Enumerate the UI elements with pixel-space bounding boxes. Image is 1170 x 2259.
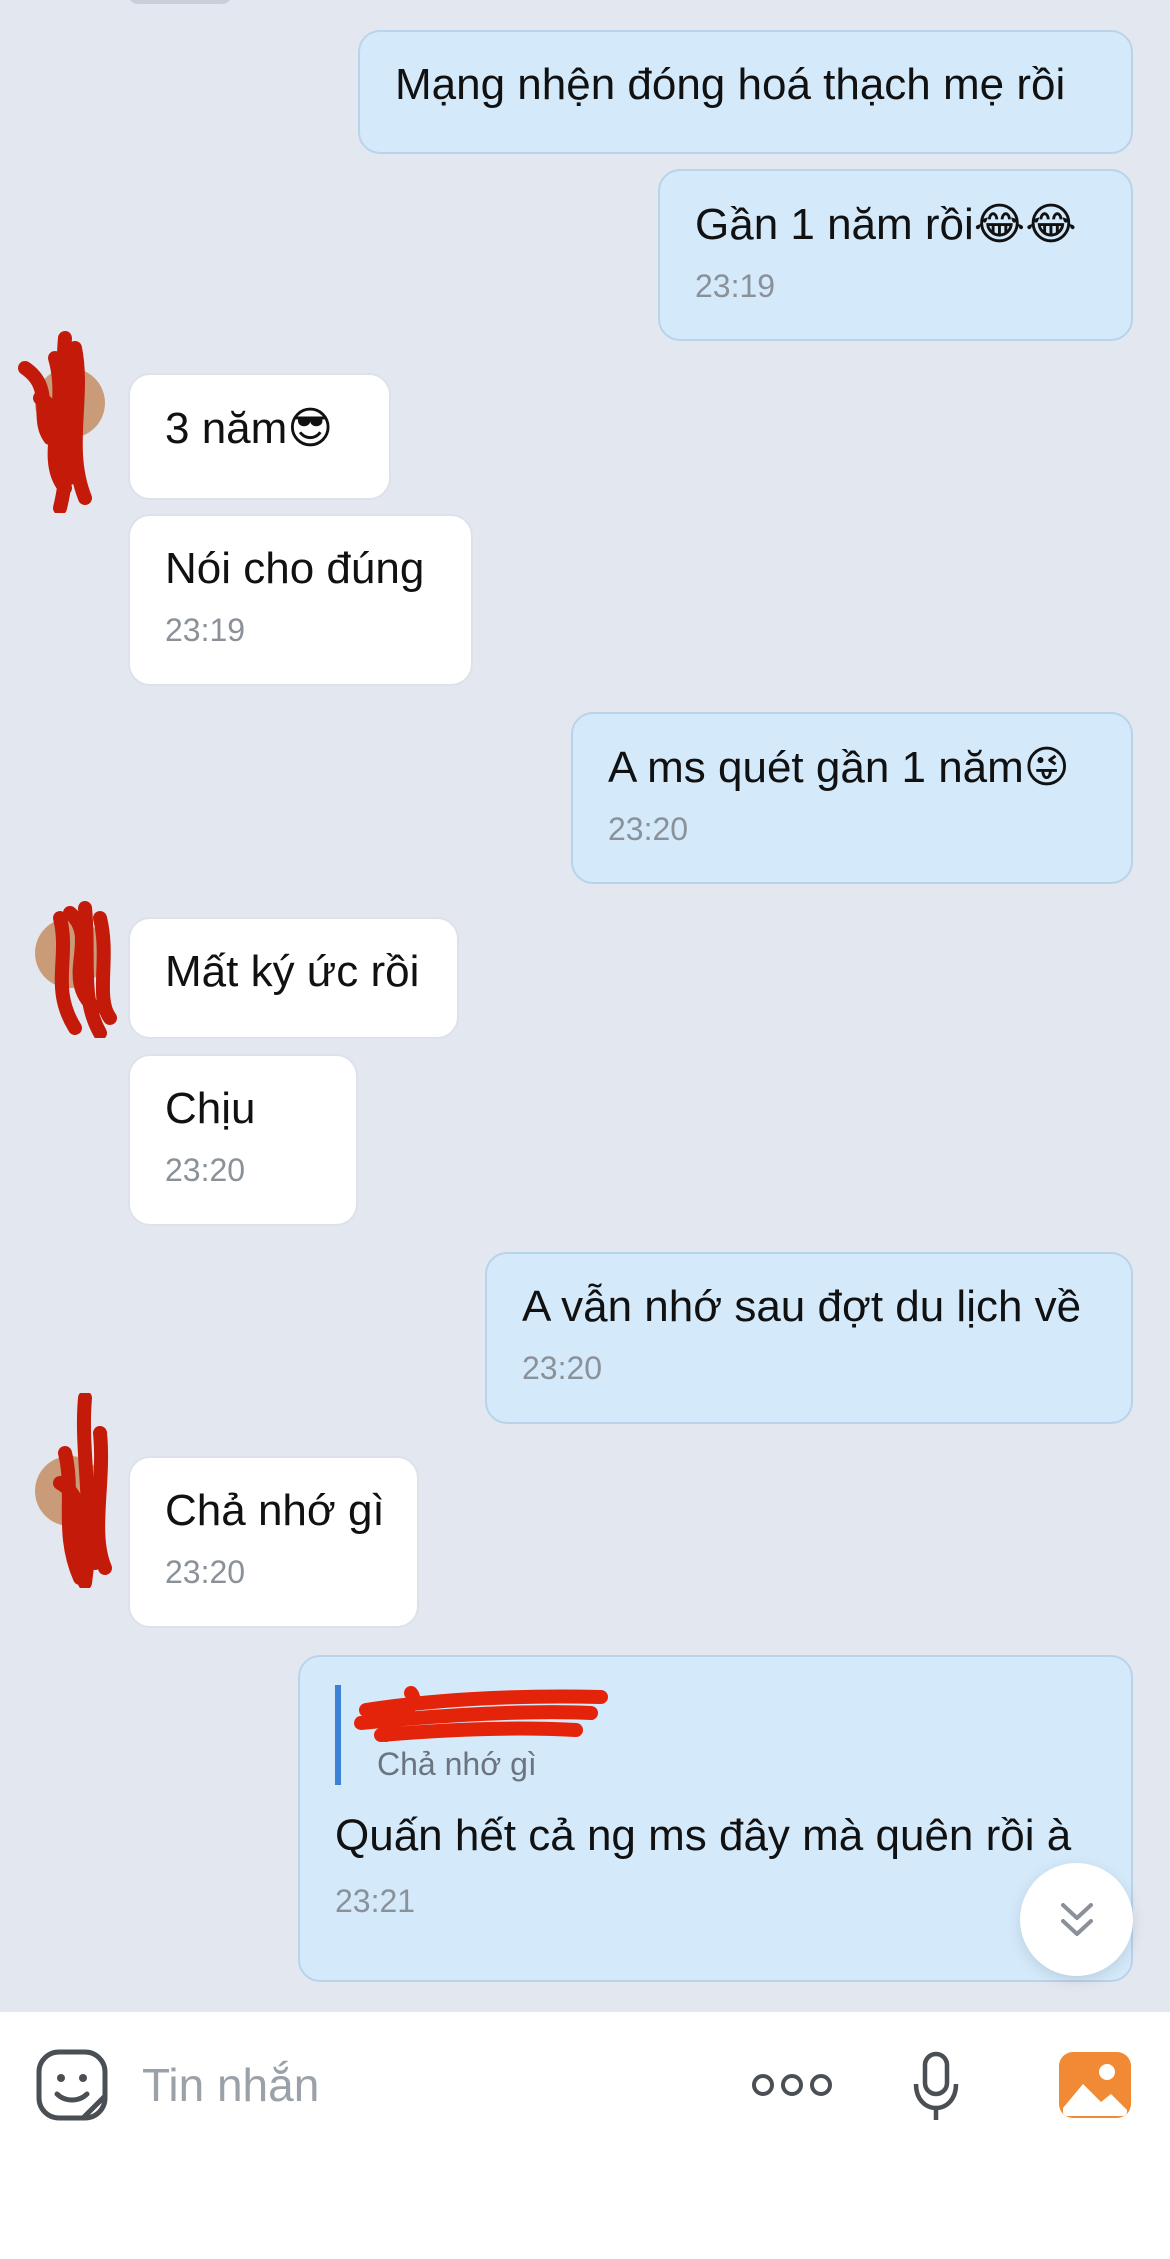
message-time: 23:20 [522,1350,603,1386]
message-incoming[interactable]: Chả nhớ gì 23:20 [128,1456,419,1628]
message-time: 23:19 [695,268,776,304]
microphone-icon[interactable] [911,2050,961,2124]
message-outgoing[interactable]: A ms quét gần 1 năm😜 23:20 [571,712,1133,884]
message-outgoing-reply[interactable]: Chả nhớ gì Quấn hết cả ng ms đây mà quên… [298,1655,1133,1982]
message-time: 23:20 [165,1554,246,1590]
reply-quote[interactable]: Chả nhớ gì [335,1685,1096,1785]
chat-area[interactable]: Mạng nhện đóng hoá thạch mẹ rồi Gần 1 nă… [0,0,1170,2012]
message-text: Chịu [165,1084,256,1133]
message-incoming[interactable]: 3 năm😎 [128,373,391,500]
scroll-to-bottom-button[interactable] [1020,1863,1133,1976]
message-time: 23:20 [608,811,689,847]
previous-message-edge [128,0,232,4]
message-text: A ms quét gần 1 năm😜 [608,743,1070,792]
message-text: Nói cho đúng [165,544,425,593]
image-icon[interactable] [1057,2050,1133,2120]
message-composer [0,2012,1170,2259]
message-text: Mất ký ức rồi [165,947,420,996]
message-outgoing[interactable]: Gần 1 năm rồi😂😂 23:19 [658,169,1133,341]
message-outgoing[interactable]: A vẫn nhớ sau đợt du lịch về 23:20 [485,1252,1133,1424]
chevron-double-down-icon [1061,1903,1093,1936]
message-text: Chả nhớ gì [165,1486,385,1535]
message-text: Mạng nhện đóng hoá thạch mẹ rồi [395,60,1066,109]
message-time: 23:21 [335,1883,416,1919]
message-incoming[interactable]: Chịu 23:20 [128,1054,358,1226]
message-outgoing[interactable]: Mạng nhện đóng hoá thạch mẹ rồi [358,30,1133,154]
message-time: 23:19 [165,612,246,648]
reply-quote-text: Chả nhớ gì [377,1746,537,1782]
message-time: 23:20 [165,1152,246,1188]
message-incoming[interactable]: Nói cho đúng 23:19 [128,514,473,686]
message-text: 3 năm😎 [165,404,334,453]
avatar-redaction [53,901,117,1038]
message-text: A vẫn nhớ sau đợt du lịch về [522,1282,1082,1331]
avatar-redaction [53,1393,112,1588]
message-input[interactable]: Tin nhắn [142,2058,319,2112]
more-icon[interactable] [750,2072,834,2098]
quoted-sender-redaction [354,1686,608,1742]
message-incoming[interactable]: Mất ký ức rồi [128,917,459,1039]
sticker-icon[interactable] [35,2048,109,2122]
message-text: Quấn hết cả ng ms đây mà quên rồi à [335,1811,1072,1860]
avatar-redaction [18,331,92,513]
message-text: Gần 1 năm rồi😂😂 [695,200,1077,249]
